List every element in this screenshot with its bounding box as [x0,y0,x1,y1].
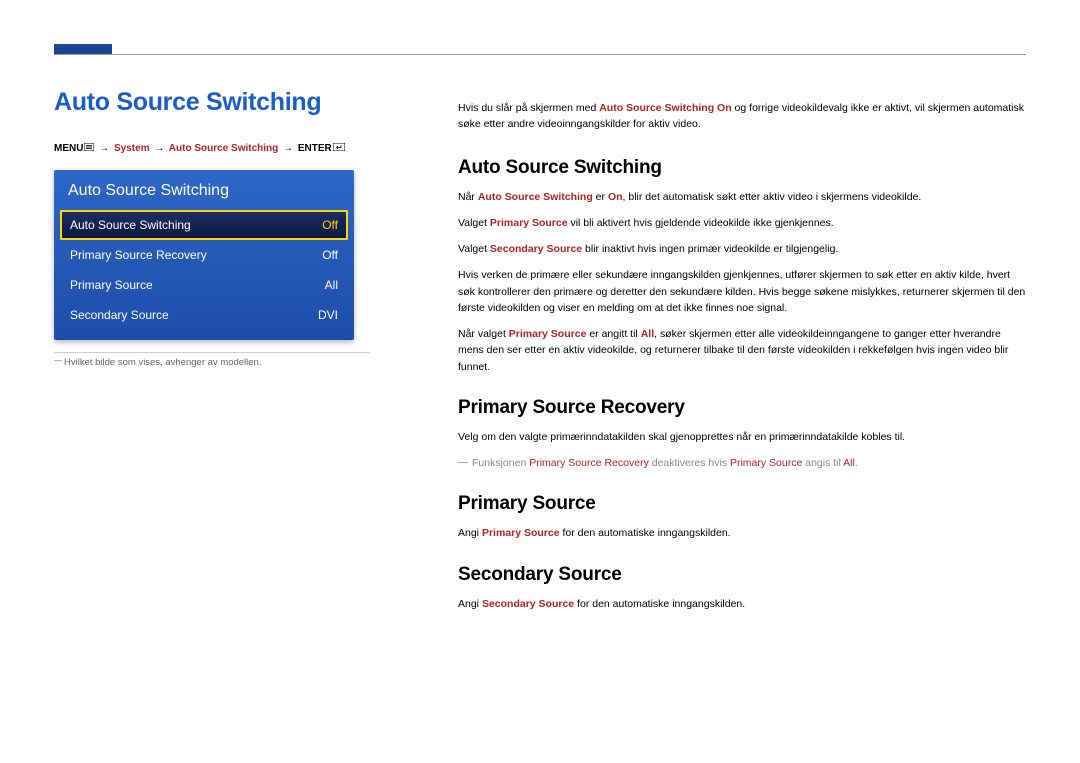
osd-panel: Auto Source Switching Auto Source Switch… [54,170,354,340]
osd-row-value: All [325,278,338,292]
menu-icon [84,143,94,154]
ass-p2: Valget Primary Source vil bli aktivert h… [458,215,1026,231]
osd-row-secondary-source[interactable]: Secondary Source DVI [60,300,348,330]
osd-row-label: Auto Source Switching [70,218,191,232]
breadcrumb-arrow: → [154,143,164,154]
osd-row-primary-source-recovery[interactable]: Primary Source Recovery Off [60,240,348,270]
page-top-divider [54,54,1026,55]
heading-secondary-source: Secondary Source [458,564,1026,586]
breadcrumb-arrow: → [283,143,293,154]
breadcrumb-system: System [114,143,150,154]
osd-row-label: Primary Source Recovery [70,248,207,262]
osd-rows: Auto Source Switching Off Primary Source… [54,210,354,340]
ass-p3: Valget Secondary Source blir inaktivt hv… [458,241,1026,257]
intro-paragraph: Hvis du slår på skjermen med Auto Source… [458,100,1026,133]
psr-p1: Velg om den valgte primærinndatakilden s… [458,429,1026,445]
breadcrumb-arrow: → [99,143,109,154]
heading-primary-source-recovery: Primary Source Recovery [458,397,1026,419]
right-column: Hvis du slår på skjermen med Auto Source… [458,88,1026,622]
left-column: Auto Source Switching MENU → System → Au… [54,88,370,622]
breadcrumb: MENU → System → Auto Source Switching → … [54,143,370,154]
left-footnote: Hvilket bilde som vises, avhenger av mod… [54,352,370,368]
psr-note: Funksjonen Primary Source Recovery deakt… [458,455,1026,471]
osd-row-value: Off [322,218,338,232]
ass-p4: Hvis verken de primære eller sekundære i… [458,267,1026,316]
page-content: Auto Source Switching MENU → System → Au… [54,88,1026,622]
osd-row-value: Off [322,248,338,262]
ps-p1: Angi Primary Source for den automatiske … [458,525,1026,541]
breadcrumb-enter: ENTER [298,143,332,154]
ss-p1: Angi Secondary Source for den automatisk… [458,596,1026,612]
osd-row-auto-source-switching[interactable]: Auto Source Switching Off [60,210,348,240]
page-title: Auto Source Switching [54,88,370,117]
heading-auto-source-switching: Auto Source Switching [458,157,1026,179]
breadcrumb-ass: Auto Source Switching [169,143,278,154]
breadcrumb-menu: MENU [54,143,83,154]
osd-panel-title: Auto Source Switching [54,170,354,210]
ass-p1: Når Auto Source Switching er On, blir de… [458,189,1026,205]
osd-row-label: Secondary Source [70,308,169,322]
osd-row-value: DVI [318,308,338,322]
heading-primary-source: Primary Source [458,493,1026,515]
ass-p5: Når valget Primary Source er angitt til … [458,326,1026,375]
enter-icon [333,143,345,154]
osd-row-label: Primary Source [70,278,153,292]
osd-row-primary-source[interactable]: Primary Source All [60,270,348,300]
